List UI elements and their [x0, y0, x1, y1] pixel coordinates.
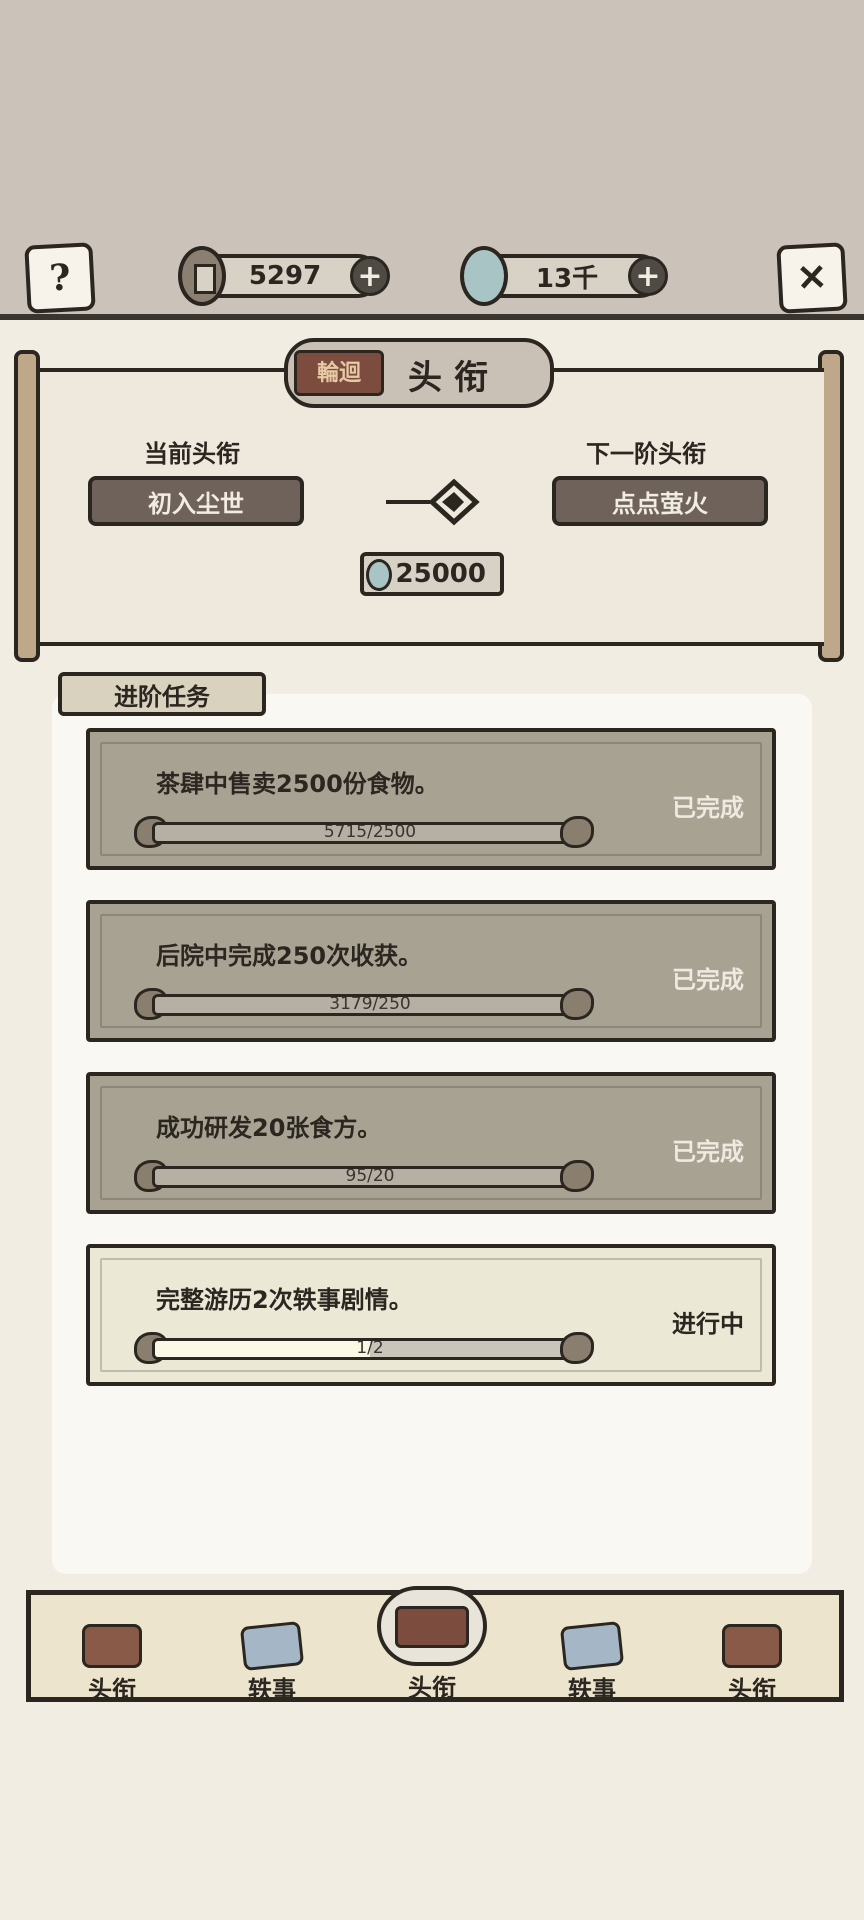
progress-bar: 1/2: [152, 1338, 588, 1360]
progress-text: 3179/250: [329, 994, 411, 1014]
coin-icon: [178, 246, 226, 306]
current-rank-label: 当前头衔: [144, 440, 240, 468]
map-icon: [239, 1620, 305, 1672]
current-rank-plate: 初入尘世: [88, 476, 304, 526]
nav-item-title-2[interactable]: 头衔: [702, 1624, 802, 1704]
nav-item-anecdote-1[interactable]: 轶事: [222, 1620, 322, 1704]
task-description: 茶肆中售卖2500份食物。: [156, 770, 439, 798]
progress-text: 5715/2500: [323, 822, 417, 842]
task-description: 成功研发20张食方。: [156, 1114, 382, 1142]
nav-item-title-1[interactable]: 头衔: [62, 1624, 162, 1704]
jade-icon: [460, 246, 508, 306]
tab-advance-tasks[interactable]: 进阶任务: [58, 672, 266, 716]
task-status: 已完成: [672, 1138, 744, 1166]
task-card: 成功研发20张食方。 95/20 已完成: [86, 1072, 776, 1214]
next-rank-plate: 点点萤火: [552, 476, 768, 526]
seal-icon: [82, 1624, 142, 1668]
seal-icon: [722, 1624, 782, 1668]
page-title: 头衔: [408, 358, 500, 398]
next-rank-label: 下一阶头衔: [586, 440, 706, 468]
bar-cap-right: [560, 1332, 594, 1364]
task-status: 进行中: [672, 1310, 744, 1338]
progress-text: 95/20: [345, 1166, 395, 1186]
task-description: 完整游历2次轶事剧情。: [156, 1286, 413, 1314]
task-card: 完整游历2次轶事剧情。 1/2 进行中: [86, 1244, 776, 1386]
task-status: 已完成: [672, 794, 744, 822]
help-button[interactable]: ?: [24, 242, 96, 314]
nav-item-title-active[interactable]: 头衔: [372, 1586, 492, 1704]
top-backdrop: [0, 0, 864, 318]
question-icon: ?: [48, 256, 72, 300]
close-button[interactable]: ✕: [776, 242, 848, 314]
jade-value: 13千: [535, 263, 599, 294]
bar-cap-right: [560, 988, 594, 1020]
top-divider: [0, 314, 864, 320]
jade-icon: [366, 559, 392, 591]
progress-bar: 5715/2500: [152, 822, 588, 844]
progress-bar: 95/20: [152, 1166, 588, 1188]
coin-value: 5297: [248, 261, 322, 291]
scroll-rod-left: [14, 350, 40, 662]
seal-icon: [377, 1586, 487, 1666]
task-status: 已完成: [672, 966, 744, 994]
task-card: 后院中完成250次收获。 3179/250 已完成: [86, 900, 776, 1042]
bar-cap-right: [560, 816, 594, 848]
close-icon: ✕: [795, 256, 829, 300]
seal-icon: 輪迴: [294, 350, 384, 396]
progress-text: 1/2: [356, 1338, 384, 1358]
bar-cap-right: [560, 1160, 594, 1192]
add-coins-button[interactable]: +: [350, 256, 390, 296]
progress-bar: 3179/250: [152, 994, 588, 1016]
arrow-icon: [386, 478, 480, 526]
nav-item-anecdote-2[interactable]: 轶事: [542, 1620, 642, 1704]
task-card: 茶肆中售卖2500份食物。 5715/2500 已完成: [86, 728, 776, 870]
task-description: 后院中完成250次收获。: [156, 942, 423, 970]
add-jade-button[interactable]: +: [628, 256, 668, 296]
map-icon: [559, 1620, 625, 1672]
